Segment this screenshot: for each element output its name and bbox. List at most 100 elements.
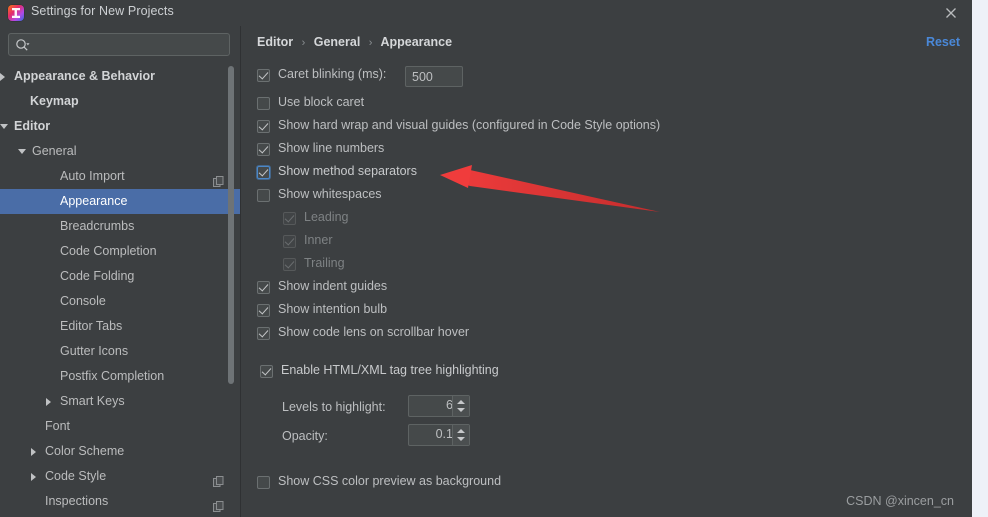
show-method-separators-checkbox[interactable]	[257, 166, 270, 179]
copy-settings-icon[interactable]	[213, 496, 224, 512]
show-hard-wrap-checkbox[interactable]	[257, 120, 270, 133]
whitespace-trailing-checkbox	[283, 258, 296, 271]
levels-to-highlight-value: 6	[446, 398, 453, 412]
sidebar-item-label: Appearance & Behavior	[14, 69, 156, 83]
show-line-numbers-checkbox[interactable]	[257, 143, 270, 156]
sidebar-item-smart-keys[interactable]: Smart Keys	[0, 389, 240, 414]
show-indent-guides-label: Show indent guides	[278, 279, 388, 293]
sidebar-item-code-completion[interactable]: Code Completion	[0, 239, 240, 264]
whitespace-inner-checkbox	[283, 235, 296, 248]
show-method-separators-label: Show method separators	[278, 164, 417, 178]
chevron-down-icon[interactable]	[457, 437, 465, 441]
sidebar-item-label: Breadcrumbs	[60, 219, 135, 233]
breadcrumb-item-editor[interactable]: Editor	[257, 35, 293, 49]
sidebar-item-inspections[interactable]: Inspections	[0, 489, 240, 514]
chevron-up-icon[interactable]	[457, 429, 465, 433]
sidebar-item-general[interactable]: General	[0, 139, 240, 164]
sidebar-item-gutter-icons[interactable]: Gutter Icons	[0, 339, 240, 364]
sidebar-item-auto-import[interactable]: Auto Import	[0, 164, 240, 189]
levels-to-highlight-label: Levels to highlight:	[282, 400, 386, 414]
sidebar-item-code-style[interactable]: Code Style	[0, 464, 240, 489]
show-whitespaces-label: Show whitespaces	[278, 187, 382, 201]
sidebar-item-appearance[interactable]: Appearance	[0, 189, 240, 214]
sidebar-scrollbar-thumb[interactable]	[228, 66, 234, 384]
opacity-spinner[interactable]: 0.1	[408, 424, 470, 446]
sidebar-item-label: Gutter Icons	[60, 344, 129, 358]
chevron-down-icon[interactable]	[457, 408, 465, 412]
show-indent-guides-checkbox[interactable]	[257, 281, 270, 294]
chevron-right-icon[interactable]	[0, 73, 5, 81]
opacity-stepper[interactable]	[452, 425, 469, 445]
opacity-value: 0.1	[435, 427, 453, 441]
sidebar-item-keymap[interactable]: Keymap	[0, 89, 240, 114]
levels-to-highlight-stepper[interactable]	[452, 396, 469, 416]
chevron-right-icon[interactable]	[46, 398, 51, 406]
sidebar-item-label: Appearance	[60, 194, 128, 208]
sidebar-item-console[interactable]: Console	[0, 289, 240, 314]
sidebar-item-breadcrumbs[interactable]: Breadcrumbs	[0, 214, 240, 239]
sidebar-item-label: Font	[45, 419, 71, 433]
window-titlebar: Settings for New Projects	[0, 0, 972, 26]
sidebar-item-label: Keymap	[30, 94, 79, 108]
use-block-caret-checkbox[interactable]	[257, 97, 270, 110]
sidebar-item-color-scheme[interactable]: Color Scheme	[0, 439, 240, 464]
sidebar-item-label: Code Folding	[60, 269, 135, 283]
sidebar-item-label: Code Style	[45, 469, 107, 483]
reset-link[interactable]: Reset	[926, 35, 960, 49]
sidebar-item-postfix-completion[interactable]: Postfix Completion	[0, 364, 240, 389]
show-css-preview-label: Show CSS color preview as background	[278, 474, 502, 488]
caret-blinking-checkbox[interactable]	[257, 69, 270, 82]
sidebar-item-editor[interactable]: Editor	[0, 114, 240, 139]
sidebar-item-label: Auto Import	[60, 169, 125, 183]
sidebar-item-font[interactable]: Font	[0, 414, 240, 439]
settings-main-panel: Editor › General › Appearance Reset Care…	[241, 26, 972, 517]
intellij-idea-logo-icon	[8, 5, 24, 21]
copy-settings-icon[interactable]	[213, 171, 224, 187]
enable-tag-tree-label: Enable HTML/XML tag tree highlighting	[281, 363, 499, 377]
breadcrumb-item-appearance: Appearance	[380, 35, 453, 49]
show-code-lens-checkbox[interactable]	[257, 327, 270, 340]
levels-to-highlight-spinner[interactable]: 6	[408, 395, 470, 417]
show-intention-bulb-label: Show intention bulb	[278, 302, 388, 316]
sidebar-item-label: General	[32, 144, 77, 158]
breadcrumb-separator: ›	[301, 37, 306, 49]
watermark-text: CSDN @xincen_cn	[846, 494, 954, 508]
search-icon	[15, 38, 30, 53]
show-css-preview-checkbox[interactable]	[257, 476, 270, 489]
chevron-right-icon[interactable]	[31, 448, 36, 456]
sidebar-item-code-folding[interactable]: Code Folding	[0, 264, 240, 289]
chevron-down-icon[interactable]	[0, 124, 8, 129]
show-intention-bulb-checkbox[interactable]	[257, 304, 270, 317]
breadcrumb-separator: ›	[368, 37, 373, 49]
sidebar-scrollbar-track[interactable]	[228, 64, 237, 517]
opacity-label: Opacity:	[282, 429, 328, 443]
sidebar-item-label: Color Scheme	[45, 444, 125, 458]
show-whitespaces-checkbox[interactable]	[257, 189, 270, 202]
enable-tag-tree-checkbox[interactable]	[260, 365, 273, 378]
chevron-up-icon[interactable]	[457, 400, 465, 404]
whitespace-trailing-label: Trailing	[304, 256, 345, 270]
search-box[interactable]	[8, 33, 230, 56]
use-block-caret-label: Use block caret	[278, 95, 365, 109]
sidebar-item-appearance-behavior[interactable]: Appearance & Behavior	[0, 64, 240, 89]
show-line-numbers-label: Show line numbers	[278, 141, 385, 155]
whitespace-leading-label: Leading	[304, 210, 349, 224]
search-input[interactable]	[35, 36, 227, 55]
whitespace-inner-label: Inner	[304, 233, 333, 247]
breadcrumb-item-general[interactable]: General	[314, 35, 361, 49]
copy-settings-icon[interactable]	[213, 471, 224, 487]
sidebar-item-label: Smart Keys	[60, 394, 125, 408]
show-hard-wrap-label: Show hard wrap and visual guides (config…	[278, 118, 661, 132]
chevron-right-icon[interactable]	[31, 473, 36, 481]
sidebar-item-label: Console	[60, 294, 106, 308]
chevron-down-icon[interactable]	[18, 149, 26, 154]
sidebar-item-label: Editor	[14, 119, 51, 133]
settings-window: Settings for New Projects Appearance & B…	[0, 0, 972, 517]
caret-blinking-input[interactable]	[405, 66, 463, 87]
settings-sidebar: Appearance & Behavior Keymap Editor General…	[0, 26, 240, 517]
whitespace-leading-checkbox	[283, 212, 296, 225]
close-icon[interactable]	[940, 2, 962, 24]
show-code-lens-label: Show code lens on scrollbar hover	[278, 325, 470, 339]
sidebar-item-editor-tabs[interactable]: Editor Tabs	[0, 314, 240, 339]
breadcrumb: Editor › General › Appearance	[257, 35, 452, 49]
